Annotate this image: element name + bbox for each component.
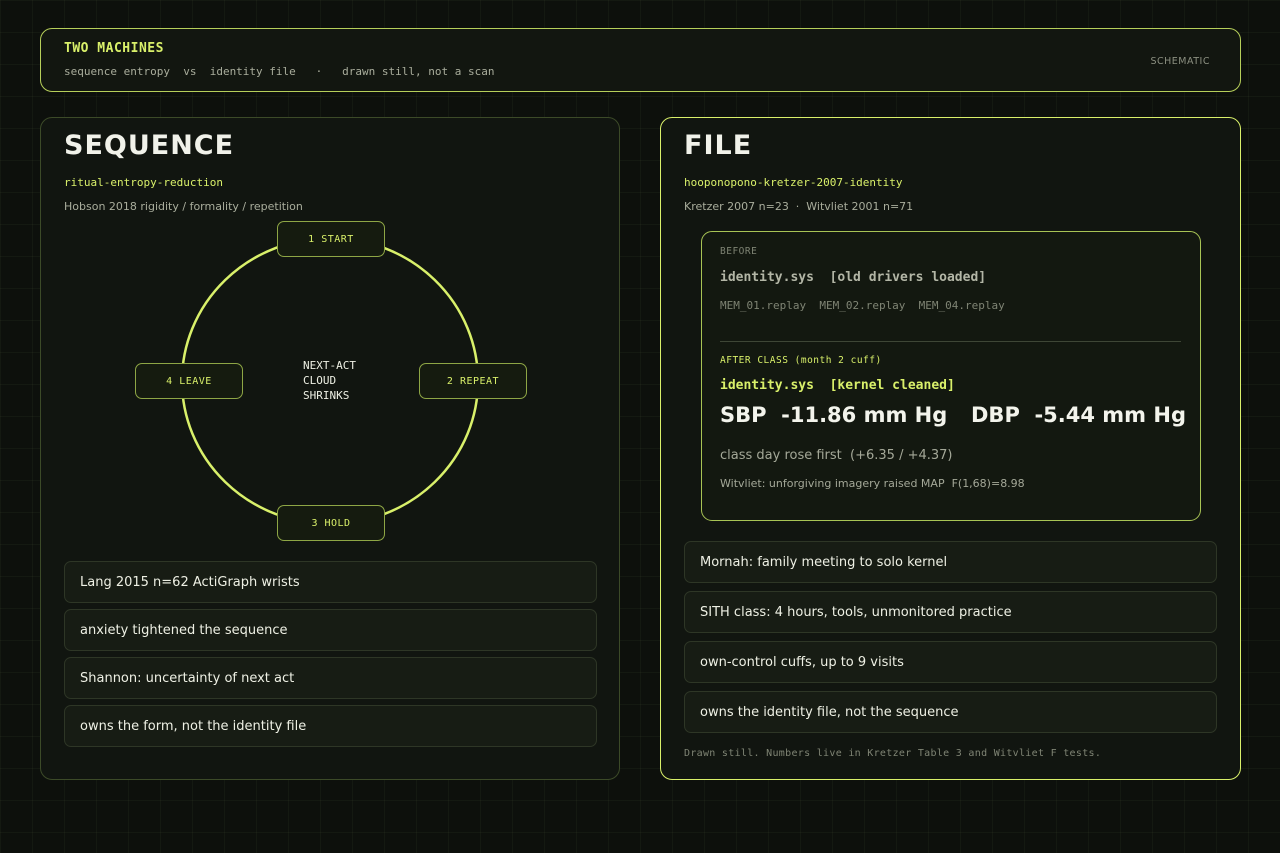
before-label: BEFORE: [720, 246, 758, 257]
class-day-note: class day rose first (+6.35 / +4.37): [720, 448, 953, 463]
page-title: TWO MACHINES: [64, 41, 164, 56]
sequence-note: Shannon: uncertainty of next act: [64, 657, 597, 699]
cycle-node-start: 1 START: [277, 221, 385, 257]
file-note: own-control cuffs, up to 9 visits: [684, 641, 1217, 683]
divider: [720, 341, 1181, 342]
file-slug: hooponopono-kretzer-2007-identity: [684, 176, 903, 189]
cycle-center-label: NEXT-ACT CLOUD SHRINKS: [303, 358, 356, 403]
center-line-3: SHRINKS: [303, 389, 350, 402]
center-line-2: CLOUD: [303, 374, 337, 387]
cycle-node-hold: 3 HOLD: [277, 505, 385, 541]
after-class-label: AFTER CLASS (month 2 cuff): [720, 355, 882, 366]
file-panel: FILE hooponopono-kretzer-2007-identity K…: [660, 117, 1241, 780]
file-citation: Kretzer 2007 n=23 · Witvliet 2001 n=71: [684, 200, 914, 213]
identity-file-box: BEFORE identity.sys [old drivers loaded]…: [701, 231, 1201, 521]
sbp-metric: SBP -11.86 mm Hg: [720, 403, 948, 427]
sequence-note: anxiety tightened the sequence: [64, 609, 597, 651]
cycle-node-leave: 4 LEAVE: [135, 363, 243, 399]
file-note: SITH class: 4 hours, tools, unmonitored …: [684, 591, 1217, 633]
witvliet-note: Witvliet: unforgiving imagery raised MAP…: [720, 477, 1025, 490]
dbp-metric: DBP -5.44 mm Hg: [971, 403, 1186, 427]
footnote: Drawn still. Numbers live in Kretzer Tab…: [684, 748, 1102, 759]
file-title: FILE: [684, 130, 753, 161]
sequence-note: owns the form, not the identity file: [64, 705, 597, 747]
page-subtitle: sequence entropy vs identity file · draw…: [64, 65, 495, 78]
sequence-note: Lang 2015 n=62 ActiGraph wrists: [64, 561, 597, 603]
cycle-diagram: [180, 236, 480, 526]
before-identity-sys: identity.sys [old drivers loaded]: [720, 270, 987, 285]
after-identity-sys: identity.sys [kernel cleaned]: [720, 378, 955, 393]
file-note: Mornah: family meeting to solo kernel: [684, 541, 1217, 583]
header-panel: TWO MACHINES sequence entropy vs identit…: [40, 28, 1241, 92]
file-note: owns the identity file, not the sequence: [684, 691, 1217, 733]
memory-replays: MEM_01.replay MEM_02.replay MEM_04.repla…: [720, 299, 1005, 312]
sequence-panel: SEQUENCE ritual-entropy-reduction Hobson…: [40, 117, 620, 780]
center-line-1: NEXT-ACT: [303, 359, 356, 372]
cycle-node-repeat: 2 REPEAT: [419, 363, 527, 399]
schematic-tag: SCHEMATIC: [1150, 56, 1210, 67]
